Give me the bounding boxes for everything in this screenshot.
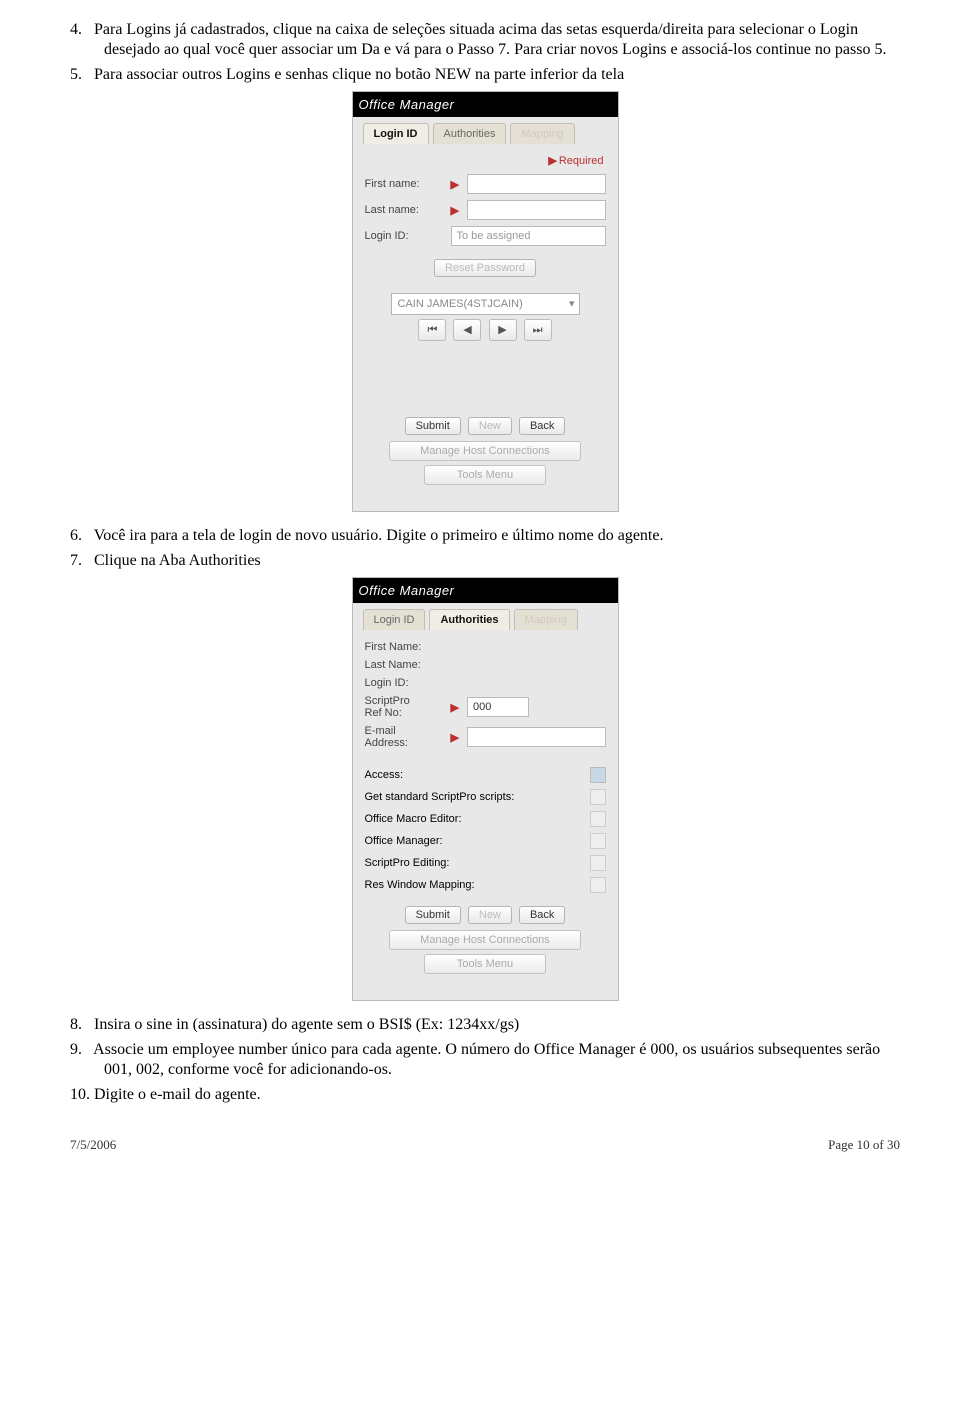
list-text: Clique na Aba Authorities <box>94 552 261 569</box>
list-item: 9. Associe um employee number único para… <box>70 1040 900 1081</box>
office-manager-panel-login: Office Manager Login ID Authorities Mapp… <box>352 91 619 512</box>
refno-label: ScriptPro Ref No: <box>365 695 445 719</box>
user-select[interactable]: CAIN JAMES(4STJCAIN) <box>391 293 580 315</box>
list-text: Insira o sine in (assinatura) do agente … <box>94 1016 519 1033</box>
reswin-label: Res Window Mapping: <box>365 879 475 891</box>
tab-mapping[interactable]: Mapping <box>514 609 578 630</box>
required-icon: ▶ <box>451 701 461 714</box>
list-item: 4. Para Logins já cadastrados, clique na… <box>70 20 900 61</box>
window-title: Office Manager <box>353 578 618 603</box>
list-num: 10. <box>70 1085 90 1105</box>
loginid-label: Login ID: <box>365 677 445 689</box>
list-num: 9. <box>70 1040 90 1060</box>
window-title: Office Manager <box>353 92 618 117</box>
nav-last-icon[interactable]: ⏭ <box>524 319 552 341</box>
reswin-checkbox[interactable] <box>590 877 606 893</box>
manage-host-button[interactable]: Manage Host Connections <box>389 441 581 461</box>
om-label: Office Manager: <box>365 835 443 847</box>
new-button[interactable]: New <box>468 417 512 435</box>
email-label: E-mail Address: <box>365 725 445 749</box>
access-label: Access: <box>365 769 404 781</box>
footer-date: 7/5/2006 <box>70 1137 116 1153</box>
list-item: 5. Para associar outros Logins e senhas … <box>70 65 900 85</box>
tools-menu-button[interactable]: Tools Menu <box>424 954 546 974</box>
spedit-checkbox[interactable] <box>590 855 606 871</box>
list-item: 10. Digite o e-mail do agente. <box>70 1085 900 1105</box>
stdscripts-checkbox[interactable] <box>590 789 606 805</box>
firstname-label: First Name: <box>365 641 445 653</box>
list-item: 8. Insira o sine in (assinatura) do agen… <box>70 1015 900 1035</box>
required-icon: ▶ <box>451 731 461 744</box>
list-num: 8. <box>70 1015 90 1035</box>
list-num: 7. <box>70 551 90 571</box>
list-text: Para Logins já cadastrados, clique na ca… <box>94 21 886 58</box>
access-checkbox[interactable] <box>590 767 606 783</box>
tab-mapping[interactable]: Mapping <box>510 123 574 144</box>
loginid-input[interactable]: To be assigned <box>451 226 606 246</box>
list-text: Você ira para a tela de login de novo us… <box>94 527 664 544</box>
lastname-label: Last name: <box>365 204 445 216</box>
required-label: Required <box>559 155 604 167</box>
required-icon: ▶ <box>451 178 461 191</box>
reset-password-button[interactable]: Reset Password <box>434 259 536 277</box>
nav-prev-icon[interactable]: ◀ <box>453 319 481 341</box>
macro-checkbox[interactable] <box>590 811 606 827</box>
list-num: 4. <box>70 20 90 40</box>
list-text: Associe um employee number único para ca… <box>93 1041 880 1078</box>
new-button[interactable]: New <box>468 906 512 924</box>
macro-label: Office Macro Editor: <box>365 813 462 825</box>
list-item: 6. Você ira para a tela de login de novo… <box>70 526 900 546</box>
list-num: 6. <box>70 526 90 546</box>
spedit-label: ScriptPro Editing: <box>365 857 450 869</box>
list-text: Digite o e-mail do agente. <box>94 1086 261 1103</box>
lastname-label: Last Name: <box>365 659 445 671</box>
footer-page: Page 10 of 30 <box>828 1137 900 1153</box>
list-text: Para associar outros Logins e senhas cli… <box>94 66 624 83</box>
submit-button[interactable]: Submit <box>405 906 461 924</box>
stdscripts-label: Get standard ScriptPro scripts: <box>365 791 515 803</box>
list-num: 5. <box>70 65 90 85</box>
firstname-input[interactable] <box>467 174 606 194</box>
tab-authorities[interactable]: Authorities <box>429 609 509 630</box>
tab-authorities[interactable]: Authorities <box>433 123 507 144</box>
office-manager-panel-authorities: Office Manager Login ID Authorities Mapp… <box>352 577 619 1001</box>
email-input[interactable] <box>467 727 606 747</box>
tab-login-id[interactable]: Login ID <box>363 123 429 144</box>
submit-button[interactable]: Submit <box>405 417 461 435</box>
tools-menu-button[interactable]: Tools Menu <box>424 465 546 485</box>
manage-host-button[interactable]: Manage Host Connections <box>389 930 581 950</box>
om-checkbox[interactable] <box>590 833 606 849</box>
nav-first-icon[interactable]: ⏮ <box>418 319 446 341</box>
lastname-input[interactable] <box>467 200 606 220</box>
back-button[interactable]: Back <box>519 906 565 924</box>
tab-login-id[interactable]: Login ID <box>363 609 426 630</box>
loginid-label: Login ID: <box>365 230 445 242</box>
refno-input[interactable]: 000 <box>467 697 529 717</box>
firstname-label: First name: <box>365 178 445 190</box>
list-item: 7. Clique na Aba Authorities <box>70 551 900 571</box>
required-icon: ▶ <box>548 155 558 167</box>
required-icon: ▶ <box>451 204 461 217</box>
back-button[interactable]: Back <box>519 417 565 435</box>
nav-next-icon[interactable]: ▶ <box>489 319 517 341</box>
